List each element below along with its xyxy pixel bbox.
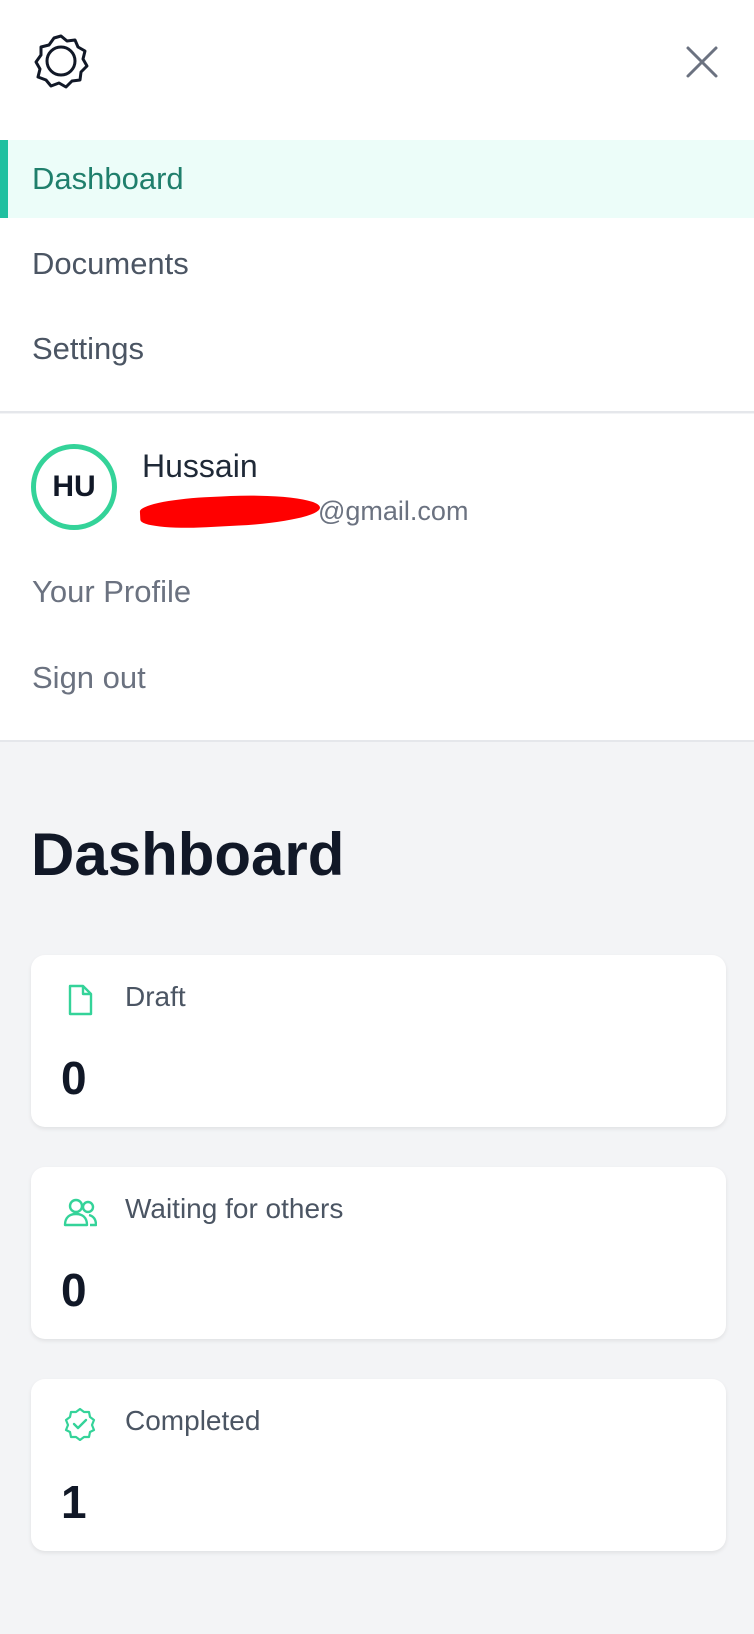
nav-item-settings[interactable]: Settings xyxy=(0,310,754,388)
your-profile-link[interactable]: Your Profile xyxy=(32,574,191,610)
users-icon xyxy=(63,1198,97,1227)
divider xyxy=(0,411,754,413)
sign-out-link[interactable]: Sign out xyxy=(32,660,146,696)
check-badge-icon xyxy=(64,1407,96,1441)
nav-item-label: Settings xyxy=(32,331,145,366)
close-icon[interactable] xyxy=(684,44,720,80)
card-label: Completed xyxy=(125,1405,261,1436)
stat-card-waiting[interactable]: Waiting for others 0 xyxy=(31,1167,726,1339)
user-name: Hussain xyxy=(142,448,258,484)
page-title: Dashboard xyxy=(31,821,345,888)
top-bar xyxy=(0,0,754,140)
avatar[interactable]: HU xyxy=(31,444,117,530)
nav-item-dashboard[interactable]: Dashboard xyxy=(0,140,754,218)
divider xyxy=(0,740,754,742)
card-value: 0 xyxy=(61,1052,87,1104)
user-email: @gmail.com xyxy=(318,496,469,526)
document-icon xyxy=(68,984,93,1016)
flower-badge-icon[interactable] xyxy=(32,32,90,90)
nav-menu: Dashboard Documents Settings xyxy=(0,140,754,412)
stat-card-draft[interactable]: Draft 0 xyxy=(31,955,726,1127)
stat-card-completed[interactable]: Completed 1 xyxy=(31,1379,726,1551)
card-value: 0 xyxy=(61,1264,87,1316)
card-label: Draft xyxy=(125,981,186,1012)
card-label: Waiting for others xyxy=(125,1193,344,1224)
nav-item-label: Documents xyxy=(32,246,189,281)
card-value: 1 xyxy=(61,1476,87,1528)
nav-item-label: Dashboard xyxy=(32,161,184,196)
nav-item-documents[interactable]: Documents xyxy=(0,225,754,303)
